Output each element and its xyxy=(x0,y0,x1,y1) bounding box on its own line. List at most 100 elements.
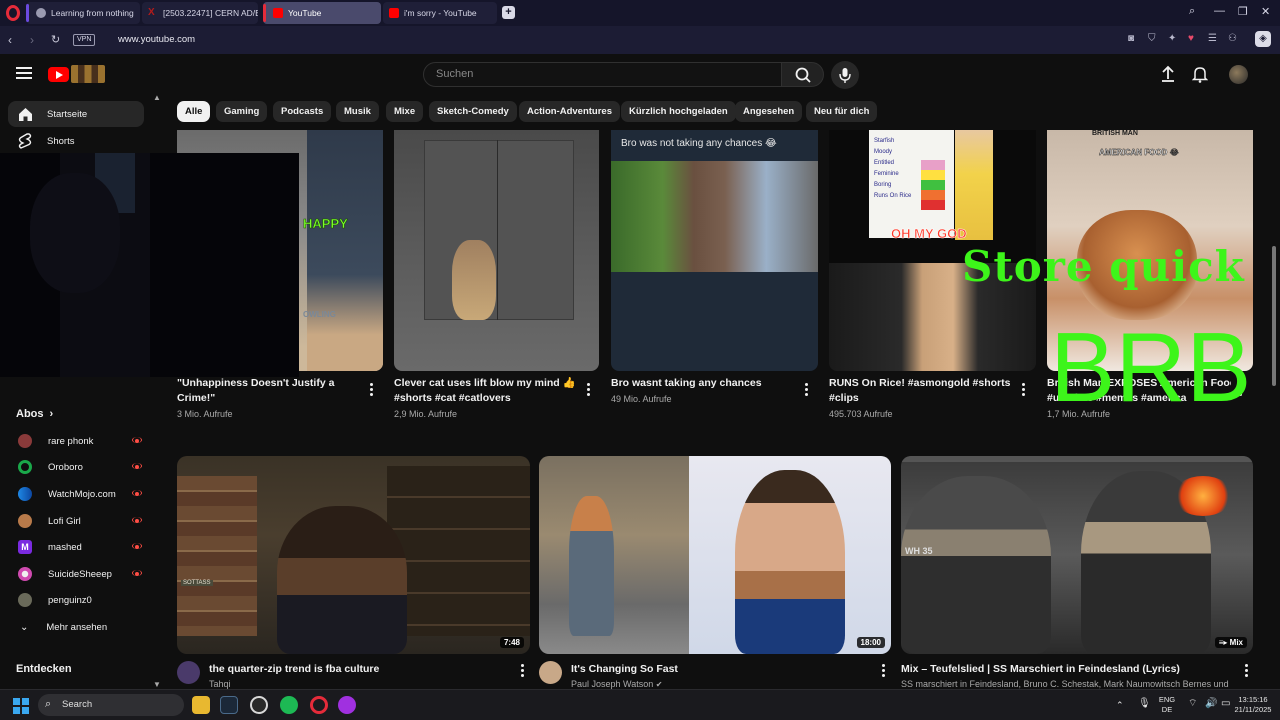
volume-icon[interactable]: 🔊 xyxy=(1205,699,1217,709)
channel-name[interactable]: SS marschiert in Feindesland, Bruno C. S… xyxy=(901,679,1231,689)
upload-icon[interactable] xyxy=(1160,65,1176,88)
search-tabs-icon[interactable]: ⌕ xyxy=(1189,5,1195,18)
taskbar-search-input[interactable]: Search xyxy=(38,694,184,716)
tab-arxiv[interactable]: X [2503.22471] CERN AD/EL xyxy=(142,2,258,24)
mix-label: Mix xyxy=(1229,638,1243,647)
channel-avatar[interactable] xyxy=(177,661,200,684)
microphone-icon[interactable]: 🎙 xyxy=(1138,699,1151,709)
windows-start-icon[interactable] xyxy=(13,698,29,714)
forward-icon[interactable]: › xyxy=(30,33,34,47)
extension-icon[interactable]: ✦ xyxy=(1168,33,1176,44)
steam-icon[interactable] xyxy=(220,696,238,714)
channel-name[interactable]: Paul Joseph Watson ✔ xyxy=(571,679,871,689)
video-title[interactable]: Mix – Teufelslied | SS Marschiert in Fei… xyxy=(901,663,1231,675)
chip-kuerzlich-hochgeladen[interactable]: Kürzlich hochgeladen xyxy=(621,101,736,122)
chip-musik[interactable]: Musik xyxy=(336,101,379,122)
chip-gaming[interactable]: Gaming xyxy=(216,101,268,122)
page-scrollbar[interactable] xyxy=(1270,56,1278,686)
heart-icon[interactable]: ♥ xyxy=(1188,33,1194,44)
sidebar-sub-penguinz0[interactable]: penguinz0 xyxy=(8,589,144,611)
language-primary: ENG xyxy=(1158,695,1176,704)
channel-name: mashed xyxy=(48,541,82,553)
youtube-doodle-logo[interactable] xyxy=(71,65,105,83)
account-avatar[interactable] xyxy=(1229,65,1248,84)
camera-icon[interactable]: ◙ xyxy=(1128,33,1134,44)
channel-name[interactable]: Tahqi xyxy=(209,679,509,689)
person-shape xyxy=(307,130,383,371)
sidebar-sub-rare-phonk[interactable]: rare phonk xyxy=(8,430,144,452)
sidebar-sub-mashed[interactable]: M mashed xyxy=(8,536,144,558)
sidebar-item-shorts[interactable]: Shorts xyxy=(8,128,144,154)
more-options-icon[interactable] xyxy=(1245,664,1249,679)
minimize-icon[interactable]: — xyxy=(1214,5,1225,17)
tab-im-sorry-youtube[interactable]: i'm sorry - YouTube xyxy=(383,2,497,24)
reload-icon[interactable]: ↻ xyxy=(51,33,60,46)
youtube-logo[interactable] xyxy=(48,67,69,82)
search-button[interactable] xyxy=(781,62,824,87)
chip-sketch-comedy[interactable]: Sketch-Comedy xyxy=(429,101,517,122)
sidebar-show-more[interactable]: ⌄ Mehr ansehen xyxy=(8,616,144,638)
shield-icon[interactable]: ⛉ xyxy=(1148,33,1156,44)
obs-icon[interactable] xyxy=(250,696,268,714)
chip-neu-fuer-dich[interactable]: Neu für dich xyxy=(806,101,878,122)
clock[interactable]: 13:15:16 21/11/2025 xyxy=(1230,695,1276,715)
more-options-icon[interactable] xyxy=(1022,383,1026,398)
chip-alle[interactable]: Alle xyxy=(177,101,211,122)
opera-logo-icon[interactable] xyxy=(6,5,20,21)
short-thumbnail-3[interactable]: Bro was not taking any chances 😂 ppm xyxy=(611,130,818,371)
more-options-icon[interactable] xyxy=(370,383,374,398)
video-thumbnail-1[interactable]: SOTTASS 7:48 xyxy=(177,456,530,654)
network-icon[interactable]: ⌔ xyxy=(1188,699,1197,709)
chip-podcasts[interactable]: Podcasts xyxy=(273,101,332,122)
sidebar-scroll-up-icon[interactable]: ▲ xyxy=(153,93,161,102)
video-thumbnail-3[interactable]: WH 35 ≡▸ Mix xyxy=(901,456,1253,654)
opera-gx-icon[interactable] xyxy=(338,696,356,714)
wallet-icon[interactable]: ◈ xyxy=(1255,31,1271,47)
sidebar-item-startseite[interactable]: Startseite xyxy=(8,101,144,127)
restore-icon[interactable]: ❐ xyxy=(1238,5,1248,18)
close-icon[interactable]: ✕ xyxy=(1261,5,1270,18)
sidebar-sub-suicidesheeep[interactable]: SuicideSheeep xyxy=(8,563,144,585)
back-icon[interactable]: ‹ xyxy=(8,33,12,47)
tab-learning-from-nothing[interactable]: Learning from nothing xyxy=(26,2,140,24)
tab-youtube[interactable]: YouTube xyxy=(263,2,381,24)
short-title[interactable]: Bro wasnt taking any chances xyxy=(611,376,795,391)
voice-search-button[interactable] xyxy=(831,61,859,89)
short-title[interactable]: RUNS On Rice! #asmongold #shorts #clips xyxy=(829,376,1013,406)
sidebar-scroll-down-icon[interactable]: ▼ xyxy=(153,680,161,689)
language-indicator[interactable]: ENG DE xyxy=(1155,695,1179,715)
short-title[interactable]: Clever cat uses lift blow my mind 👍 #sho… xyxy=(394,376,578,406)
sidebar-sub-oroboro[interactable]: Oroboro xyxy=(8,456,144,478)
subscriptions-title[interactable]: Abos › xyxy=(16,408,53,420)
more-options-icon[interactable] xyxy=(882,664,886,679)
notifications-bell-icon[interactable] xyxy=(1191,65,1209,88)
webcam-overlay xyxy=(0,153,299,377)
new-tab-button[interactable]: + xyxy=(502,6,515,19)
more-options-icon[interactable] xyxy=(521,664,525,679)
scrollbar-thumb[interactable] xyxy=(1272,246,1276,386)
hamburger-menu-icon[interactable] xyxy=(16,67,32,82)
opera-icon[interactable] xyxy=(310,696,328,714)
chip-angesehen[interactable]: Angesehen xyxy=(735,101,803,122)
sidebar-sub-lofi-girl[interactable]: Lofi Girl xyxy=(8,510,144,532)
chip-mixe[interactable]: Mixe xyxy=(386,101,424,122)
tray-expand-icon[interactable]: ⌃ xyxy=(1116,700,1124,710)
video-title[interactable]: It's Changing So Fast xyxy=(571,663,871,675)
url-field[interactable]: www.youtube.com xyxy=(118,34,195,45)
more-options-icon[interactable] xyxy=(587,383,591,398)
more-options-icon[interactable] xyxy=(805,383,809,398)
short-title[interactable]: "Unhappiness Doesn't Justify a Crime!" xyxy=(177,376,357,406)
video-title[interactable]: the quarter-zip trend is fba culture xyxy=(209,663,509,675)
profile-icon[interactable]: ⚇ xyxy=(1228,33,1237,44)
spotify-icon[interactable] xyxy=(280,696,298,714)
video-thumbnail-2[interactable]: 18:00 xyxy=(539,456,891,654)
channel-avatar[interactable] xyxy=(539,661,562,684)
search-input[interactable]: Suchen xyxy=(423,62,783,87)
soldier-shape xyxy=(901,476,1051,654)
menu-lines-icon[interactable]: ☰ xyxy=(1208,33,1217,44)
file-explorer-icon[interactable] xyxy=(192,696,210,714)
short-thumbnail-2[interactable] xyxy=(394,130,599,371)
sidebar-sub-watchmojo[interactable]: WatchMojo.com xyxy=(8,483,144,505)
vpn-badge[interactable]: VPN xyxy=(73,34,96,46)
chip-action-adventures[interactable]: Action-Adventures xyxy=(519,101,620,122)
